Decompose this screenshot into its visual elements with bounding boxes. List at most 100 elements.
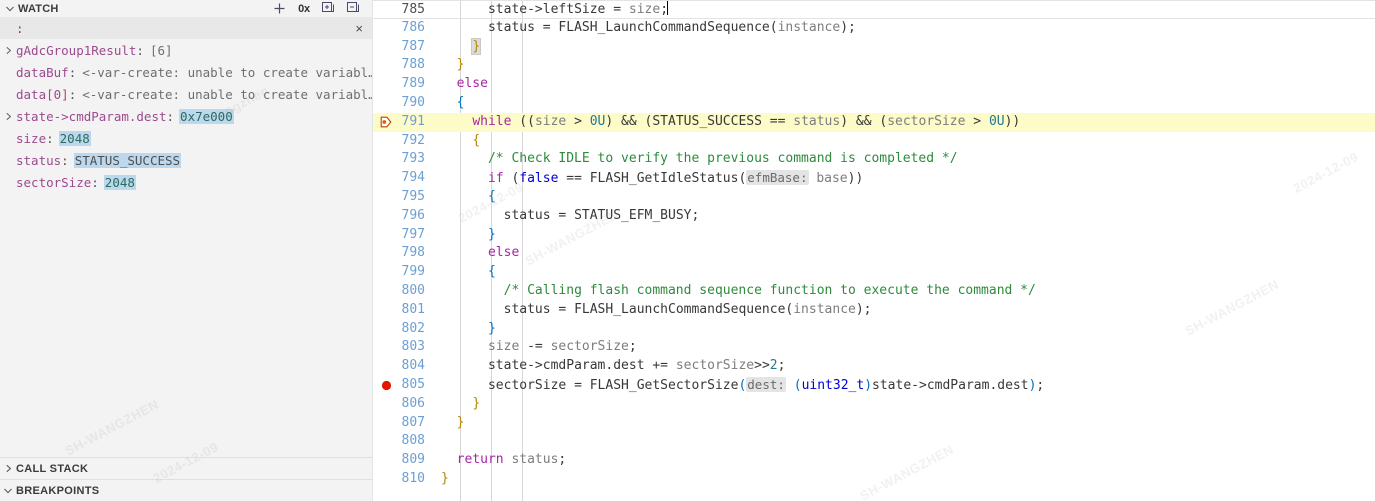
watch-list: : × gAdcGroup1Result : [6] dataBuf : <-v… bbox=[0, 17, 372, 457]
code-line[interactable]: 803 size -= sectorSize; bbox=[373, 338, 1375, 357]
collapse-panel-icon[interactable] bbox=[346, 1, 362, 17]
code-line-text[interactable]: while ((size > 0U) && (STATUS_SUCCESS ==… bbox=[435, 113, 1375, 132]
code-line-text[interactable]: size -= sectorSize; bbox=[435, 338, 1375, 357]
code-line[interactable]: 807 } bbox=[373, 414, 1375, 433]
watch-item-name: size bbox=[16, 130, 47, 146]
add-expression-icon[interactable] bbox=[271, 1, 287, 17]
line-number: 793 bbox=[401, 151, 425, 167]
line-number: 792 bbox=[401, 132, 425, 148]
code-line-text[interactable]: state->leftSize = size; bbox=[435, 1, 1375, 20]
line-number: 802 bbox=[401, 320, 425, 336]
code-line[interactable]: 795 { bbox=[373, 188, 1375, 207]
code-line-text[interactable]: state->cmdParam.dest += sectorSize>>2; bbox=[435, 357, 1375, 376]
watch-item-value[interactable]: [6] bbox=[149, 43, 174, 58]
watch-item-cmdparam-dest[interactable]: state->cmdParam.dest : 0x7e000 bbox=[0, 105, 372, 127]
watch-item-value[interactable]: STATUS_SUCCESS bbox=[73, 152, 182, 168]
watch-item-colon: : bbox=[68, 86, 77, 102]
code-line-text[interactable]: { bbox=[435, 94, 1375, 113]
code-line-text[interactable]: else bbox=[435, 75, 1375, 94]
code-line[interactable]: 785 state->leftSize = size; bbox=[373, 0, 1375, 19]
code-line-text[interactable]: /* Check IDLE to verify the previous com… bbox=[435, 150, 1375, 169]
code-line[interactable]: 802 } bbox=[373, 320, 1375, 339]
watch-item-sectorsize[interactable]: sectorSize : 2048 bbox=[0, 171, 372, 193]
code-line-text[interactable]: /* Calling flash command sequence functi… bbox=[435, 282, 1375, 301]
code-line[interactable]: 810} bbox=[373, 470, 1375, 489]
code-line-text[interactable]: if (false == FLASH_GetIdleStatus(efmBase… bbox=[435, 169, 1375, 189]
code-line-text[interactable]: { bbox=[435, 263, 1375, 282]
chevron-right-icon[interactable] bbox=[0, 46, 16, 55]
watch-item-databuf[interactable]: dataBuf : <-var-create: unable to create… bbox=[0, 61, 372, 83]
code-line[interactable]: 799 { bbox=[373, 263, 1375, 282]
code-line-text[interactable]: } bbox=[435, 226, 1375, 245]
code-line[interactable]: 806 } bbox=[373, 395, 1375, 414]
code-line[interactable]: 794 if (false == FLASH_GetIdleStatus(efm… bbox=[373, 169, 1375, 188]
code-line[interactable]: 808 bbox=[373, 432, 1375, 451]
code-line-text[interactable]: } bbox=[435, 37, 1375, 57]
code-line-text[interactable]: { bbox=[435, 188, 1375, 207]
code-line[interactable]: 789 else bbox=[373, 75, 1375, 94]
chevron-down-icon[interactable] bbox=[0, 483, 16, 499]
code-line-text[interactable]: status = STATUS_EFM_BUSY; bbox=[435, 207, 1375, 226]
code-line[interactable]: 805 sectorSize = FLASH_GetSectorSize(des… bbox=[373, 376, 1375, 395]
watch-item-data0[interactable]: data[0] : <-var-create: unable to create… bbox=[0, 83, 372, 105]
line-number: 807 bbox=[401, 414, 425, 430]
code-line-text[interactable]: } bbox=[435, 470, 1375, 489]
code-line[interactable]: 796 status = STATUS_EFM_BUSY; bbox=[373, 207, 1375, 226]
watch-item-gadcgroup1result[interactable]: gAdcGroup1Result : [6] bbox=[0, 39, 372, 61]
code-line[interactable]: 791 while ((size > 0U) && (STATUS_SUCCES… bbox=[373, 112, 1375, 132]
code-line[interactable]: 801 status = FLASH_LaunchCommandSequence… bbox=[373, 301, 1375, 320]
code-line[interactable]: 793 /* Check IDLE to verify the previous… bbox=[373, 150, 1375, 169]
watch-item-value[interactable]: <-var-create: unable to create variabl… bbox=[81, 65, 372, 80]
code-line[interactable]: 788 } bbox=[373, 56, 1375, 75]
code-line-text[interactable]: } bbox=[435, 320, 1375, 339]
watch-expression-input-row[interactable]: : × bbox=[0, 17, 372, 39]
watch-item-colon: : bbox=[91, 174, 99, 190]
watch-panel-header[interactable]: WATCH 0x bbox=[0, 0, 372, 17]
text-caret bbox=[667, 1, 669, 15]
section-label-breakpoints: BREAKPOINTS bbox=[16, 484, 100, 497]
debugger-window: WATCH 0x: × gAdcGroup1Result: [6] data… bbox=[0, 0, 1375, 501]
line-number: 806 bbox=[401, 395, 425, 411]
line-number: 804 bbox=[401, 358, 425, 374]
watch-item-value[interactable]: 0x7e000 bbox=[179, 108, 234, 124]
code-line[interactable]: 792 { bbox=[373, 132, 1375, 151]
watch-expression-input[interactable]: : bbox=[16, 21, 24, 36]
code-line-text[interactable]: sectorSize = FLASH_GetSectorSize(dest: (… bbox=[435, 376, 1375, 396]
code-line[interactable]: 804 state->cmdParam.dest += sectorSize>>… bbox=[373, 357, 1375, 376]
watch-item-value[interactable]: 2048 bbox=[103, 174, 136, 190]
chevron-right-icon[interactable] bbox=[0, 112, 16, 121]
code-line[interactable]: 798 else bbox=[373, 244, 1375, 263]
code-line-text[interactable]: } bbox=[435, 395, 1375, 414]
code-line[interactable]: 809 return status; bbox=[373, 451, 1375, 470]
line-number: 810 bbox=[401, 470, 425, 486]
watch-item-name: gAdcGroup1Result bbox=[16, 42, 137, 58]
watch-item-size[interactable]: size : 2048 bbox=[0, 127, 372, 149]
sidebar-section-breakpoints[interactable]: BREAKPOINTS bbox=[0, 479, 372, 501]
sidebar-section-call-stack[interactable]: CALL STACK bbox=[0, 457, 372, 479]
code-line-text[interactable]: status = FLASH_LaunchCommandSequence(ins… bbox=[435, 19, 1375, 38]
code-line[interactable]: 800 /* Calling flash command sequence fu… bbox=[373, 282, 1375, 301]
code-line-text[interactable]: else bbox=[435, 244, 1375, 263]
collapse-all-icon[interactable] bbox=[321, 1, 337, 17]
code-editor[interactable]: 785 state->leftSize = size; 786 status = … bbox=[373, 0, 1375, 501]
code-line-text[interactable]: } bbox=[435, 414, 1375, 433]
code-line[interactable]: 790 { bbox=[373, 94, 1375, 113]
code-line-text[interactable]: return status; bbox=[435, 451, 1375, 470]
watch-item-value[interactable]: 2048 bbox=[58, 130, 91, 146]
code-line[interactable]: 786 status = FLASH_LaunchCommandSequence… bbox=[373, 19, 1375, 38]
watch-item-name: state->cmdParam.dest bbox=[16, 108, 167, 124]
code-line-text[interactable]: status = FLASH_LaunchCommandSequence(ins… bbox=[435, 301, 1375, 320]
chevron-right-icon[interactable] bbox=[0, 461, 16, 477]
hex-toggle-icon[interactable]: 0x bbox=[296, 1, 312, 17]
chevron-down-icon[interactable] bbox=[2, 1, 18, 17]
code-line[interactable]: 787 } bbox=[373, 37, 1375, 57]
line-number: 785 bbox=[401, 2, 425, 17]
watch-item-value[interactable]: <-var-create: unable to create variabl… bbox=[81, 87, 372, 102]
code-line-text[interactable]: } bbox=[435, 56, 1375, 75]
breakpoint-icon[interactable] bbox=[373, 376, 399, 395]
watch-item-status[interactable]: status : STATUS_SUCCESS bbox=[0, 149, 372, 171]
watch-item-colon: : bbox=[61, 152, 69, 168]
code-line[interactable]: 797 } bbox=[373, 226, 1375, 245]
code-line-text[interactable]: { bbox=[435, 132, 1375, 151]
close-icon[interactable]: × bbox=[355, 22, 363, 35]
